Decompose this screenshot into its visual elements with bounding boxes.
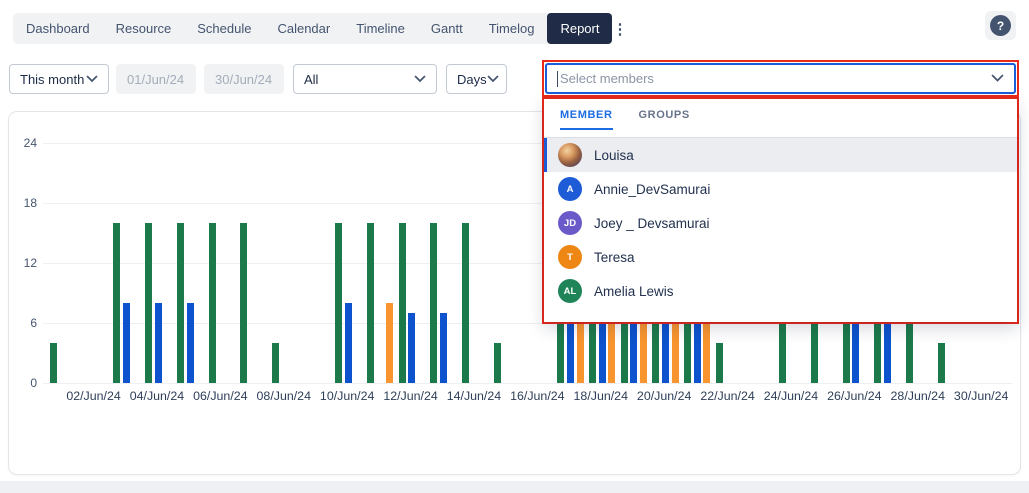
- date-to-value: 30/Jun/24: [215, 72, 272, 87]
- module-tab-bar: DashboardResourceScheduleCalendarTimelin…: [13, 13, 559, 44]
- bar-logged-11/Jun/24: [386, 303, 393, 383]
- y-tick-label-24: 24: [9, 136, 37, 150]
- period-select-value: This month: [20, 72, 84, 87]
- bar-capacity-06/Jun/24: [209, 223, 216, 383]
- tab-timelog[interactable]: Timelog: [476, 13, 548, 44]
- member-row-louisa[interactable]: Louisa: [544, 138, 1017, 172]
- tab-gantt[interactable]: Gantt: [418, 13, 476, 44]
- y-tick-label-0: 0: [9, 376, 37, 390]
- avatar-initials: AL: [558, 279, 582, 303]
- avatar-initials: A: [558, 177, 582, 201]
- project-filter-select[interactable]: All: [293, 64, 437, 94]
- bar-capacity-14/Jun/24: [462, 223, 469, 383]
- vertical-dots-icon: ⋮: [612, 20, 627, 38]
- member-row-teresa[interactable]: T Teresa: [544, 240, 1017, 274]
- chevron-down-icon: [487, 75, 499, 83]
- member-row-annie-devsamurai[interactable]: A Annie_DevSamurai: [544, 172, 1017, 206]
- select-members-input[interactable]: Select members: [545, 63, 1016, 94]
- y-tick-label-18: 18: [9, 196, 37, 210]
- help-button[interactable]: ?: [985, 11, 1016, 40]
- member-name: Louisa: [594, 148, 634, 163]
- tab-resource[interactable]: Resource: [103, 13, 185, 44]
- chevron-down-icon: [991, 74, 1004, 83]
- avatar-initials: JD: [558, 211, 582, 235]
- bar-capacity-05/Jun/24: [177, 223, 184, 383]
- bar-capacity-12/Jun/24: [399, 223, 406, 383]
- text-caret: [557, 71, 558, 87]
- bar-capacity-08/Jun/24: [272, 343, 279, 383]
- more-tabs-button[interactable]: ⋮: [612, 13, 627, 44]
- bar-scheduled-05/Jun/24: [187, 303, 194, 383]
- avatar-initials: T: [558, 245, 582, 269]
- date-from-field[interactable]: 01/Jun/24: [116, 64, 196, 94]
- bar-capacity-01/Jun/24: [50, 343, 57, 383]
- question-mark-icon: ?: [990, 15, 1011, 36]
- bar-capacity-11/Jun/24: [367, 223, 374, 383]
- member-name: Teresa: [594, 250, 635, 265]
- member-list: Louisa A Annie_DevSamurai JD Joey _ Devsamur…: [544, 138, 1017, 308]
- granularity-value: Days: [457, 72, 487, 87]
- select-members-placeholder: Select members: [560, 71, 654, 86]
- selected-row-indicator: [544, 138, 547, 172]
- bar-capacity-29/Jun/24: [938, 343, 945, 383]
- avatar-photo: [558, 143, 582, 167]
- tab-schedule[interactable]: Schedule: [184, 13, 264, 44]
- page-bottom-strip: [0, 481, 1029, 493]
- report-page: DashboardResourceScheduleCalendarTimelin…: [0, 0, 1029, 493]
- period-select[interactable]: This month: [9, 64, 109, 94]
- bar-capacity-13/Jun/24: [430, 223, 437, 383]
- bar-capacity-07/Jun/24: [240, 223, 247, 383]
- bar-scheduled-12/Jun/24: [408, 313, 415, 383]
- project-filter-value: All: [304, 72, 318, 87]
- member-panel-tabs: MEMBER GROUPS: [560, 109, 690, 130]
- date-from-value: 01/Jun/24: [127, 72, 184, 87]
- member-row-amelia-lewis[interactable]: AL Amelia Lewis: [544, 274, 1017, 308]
- member-name: Annie_DevSamurai: [594, 182, 710, 197]
- bar-capacity-15/Jun/24: [494, 343, 501, 383]
- bar-scheduled-04/Jun/24: [155, 303, 162, 383]
- tab-member[interactable]: MEMBER: [560, 109, 613, 130]
- x-tick-label-30/Jun/24: 30/Jun/24: [941, 389, 1021, 403]
- bar-capacity-03/Jun/24: [113, 223, 120, 383]
- y-tick-label-6: 6: [9, 316, 37, 330]
- gridline-0h: [43, 383, 1012, 384]
- bar-scheduled-03/Jun/24: [123, 303, 130, 383]
- bar-capacity-22/Jun/24: [716, 343, 723, 383]
- tab-dashboard[interactable]: Dashboard: [13, 13, 103, 44]
- bar-capacity-04/Jun/24: [145, 223, 152, 383]
- member-name: Joey _ Devsamurai: [594, 216, 710, 231]
- chevron-down-icon: [86, 75, 98, 83]
- tab-groups[interactable]: GROUPS: [639, 109, 690, 130]
- bar-scheduled-13/Jun/24: [440, 313, 447, 383]
- granularity-select[interactable]: Days: [446, 64, 507, 94]
- member-name: Amelia Lewis: [594, 284, 674, 299]
- date-to-field[interactable]: 30/Jun/24: [204, 64, 284, 94]
- tab-calendar[interactable]: Calendar: [264, 13, 343, 44]
- bar-capacity-10/Jun/24: [335, 223, 342, 383]
- bar-scheduled-10/Jun/24: [345, 303, 352, 383]
- tab-report[interactable]: Report: [547, 13, 612, 44]
- member-dropdown-panel: MEMBER GROUPS Louisa A Annie_DevSamurai JD Jo…: [544, 99, 1017, 322]
- chevron-down-icon: [414, 75, 426, 83]
- y-tick-label-12: 12: [9, 256, 37, 270]
- member-row-joey---devsamurai[interactable]: JD Joey _ Devsamurai: [544, 206, 1017, 240]
- tab-timeline[interactable]: Timeline: [343, 13, 418, 44]
